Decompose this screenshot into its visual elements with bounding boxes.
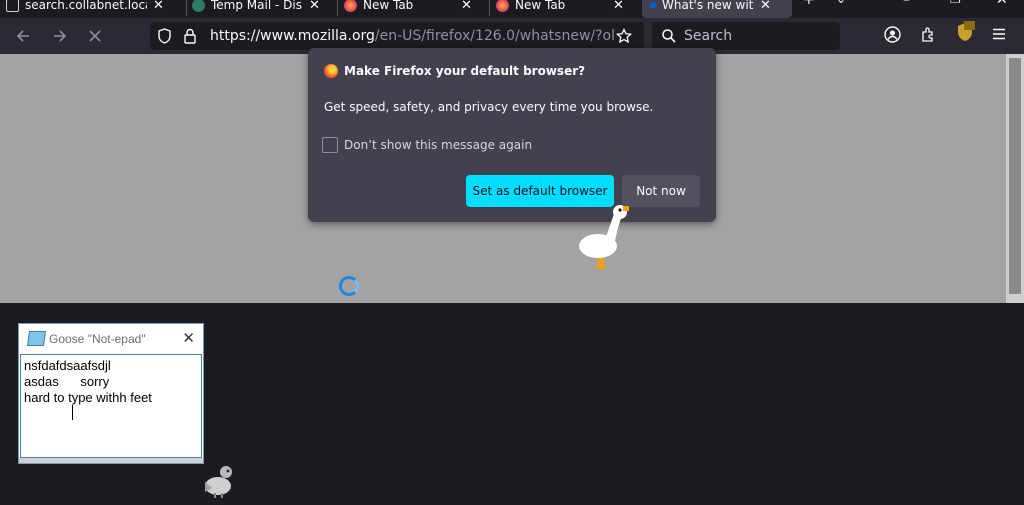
search-icon xyxy=(662,29,676,43)
dont-show-again-row[interactable]: Don’t show this message again xyxy=(322,137,532,153)
back-button[interactable] xyxy=(12,25,34,47)
firefox-logo-icon xyxy=(324,64,338,78)
bookmark-star-icon[interactable] xyxy=(616,28,632,44)
stop-icon xyxy=(89,30,101,42)
shield-icon[interactable] xyxy=(157,28,172,44)
mozilla-favicon xyxy=(650,2,656,8)
notepad-window: Goose "Not-epad" ✕ nsfdafdsaafsdjl asdas… xyxy=(18,323,204,464)
window-close-icon[interactable]: ✕ xyxy=(996,0,1008,8)
tab-title: Temp Mail - Disposable xyxy=(211,0,303,12)
tempmail-favicon xyxy=(192,0,205,12)
notepad-line: nsfdafdsaafsdjl xyxy=(24,358,111,373)
tab-search-collabnet[interactable]: search.collabnet.local ✕ xyxy=(6,0,184,18)
dont-show-again-checkbox[interactable] xyxy=(322,137,338,153)
default-browser-panel: Make Firefox your default browser? Get s… xyxy=(308,48,716,222)
notepad-icon xyxy=(26,331,47,346)
close-icon[interactable]: ✕ xyxy=(461,0,472,13)
tab-title: search.collabnet.local xyxy=(25,0,147,12)
tab-new-tab-1[interactable]: New Tab ✕ xyxy=(344,0,486,18)
forward-arrow-icon xyxy=(54,30,67,42)
url-text[interactable]: https://www.mozilla.org/en-US/firefox/12… xyxy=(210,28,614,44)
tab-title: New Tab xyxy=(363,0,414,12)
tab-strip: search.collabnet.local ✕ Temp Mail - Dis… xyxy=(0,0,1024,18)
notepad-titlebar[interactable]: Goose "Not-epad" ✕ xyxy=(19,324,203,354)
vertical-scrollbar[interactable] xyxy=(1006,54,1024,303)
search-placeholder: Search xyxy=(684,28,733,44)
close-icon[interactable]: ✕ xyxy=(153,0,164,13)
page-icon xyxy=(6,0,19,12)
back-arrow-icon xyxy=(16,30,29,42)
forward-button[interactable] xyxy=(49,25,71,47)
lock-icon[interactable] xyxy=(184,28,196,44)
minimize-icon[interactable]: – xyxy=(903,0,910,8)
tab-whats-new[interactable]: What's new with Firefox ✕ xyxy=(642,0,792,18)
panel-title: Make Firefox your default browser? xyxy=(344,64,586,78)
tab-new-tab-2[interactable]: New Tab ✕ xyxy=(496,0,638,18)
tab-temp-mail[interactable]: Temp Mail - Disposable ✕ xyxy=(192,0,334,18)
notepad-status-strip xyxy=(19,458,203,463)
url-bar[interactable]: https://www.mozilla.org/en-US/firefox/12… xyxy=(150,22,644,50)
panel-header: Make Firefox your default browser? xyxy=(324,64,585,78)
close-icon[interactable]: ✕ xyxy=(760,0,771,13)
goose-sprite xyxy=(579,205,629,269)
notepad-line: hard to type withh feet xyxy=(24,390,152,405)
close-icon[interactable]: ✕ xyxy=(613,0,624,13)
menu-icon[interactable] xyxy=(992,26,1006,45)
account-icon[interactable] xyxy=(884,26,901,47)
tab-title: New Tab xyxy=(515,0,566,12)
checkbox-label: Don’t show this message again xyxy=(344,138,533,152)
url-host: https://www.mozilla.org xyxy=(210,28,375,44)
notepad-line: asdas sorry xyxy=(24,374,110,389)
panel-message: Get speed, safety, and privacy every tim… xyxy=(324,100,654,114)
text-caret xyxy=(72,405,73,420)
firefox-favicon xyxy=(344,0,357,12)
search-bar[interactable]: Search xyxy=(652,22,840,50)
close-icon[interactable]: ✕ xyxy=(309,0,320,13)
pigeon-sprite xyxy=(205,466,232,498)
notepad-title: Goose "Not-epad" xyxy=(49,332,146,346)
new-tab-icon[interactable]: + xyxy=(803,0,815,8)
url-path: /en-US/firefox/126.0/whatsnew/?oldversio… xyxy=(374,28,614,44)
stop-button[interactable] xyxy=(84,25,106,47)
close-icon[interactable]: ✕ xyxy=(182,329,195,347)
restore-icon[interactable]: ❐ xyxy=(950,0,961,6)
notepad-text-area[interactable]: nsfdafdsaafsdjl asdas sorry hard to type… xyxy=(20,354,202,458)
extensions-icon[interactable] xyxy=(920,26,937,47)
tab-title: What's new with Firefox xyxy=(662,0,754,12)
firefox-favicon xyxy=(496,0,509,12)
loading-spinner-icon xyxy=(339,276,359,296)
extension-shield-icon[interactable] xyxy=(955,21,975,47)
not-now-button[interactable]: Not now xyxy=(622,175,700,207)
scrollbar-thumb[interactable] xyxy=(1009,58,1021,294)
chevron-down-icon[interactable]: ⌄ xyxy=(836,0,846,6)
